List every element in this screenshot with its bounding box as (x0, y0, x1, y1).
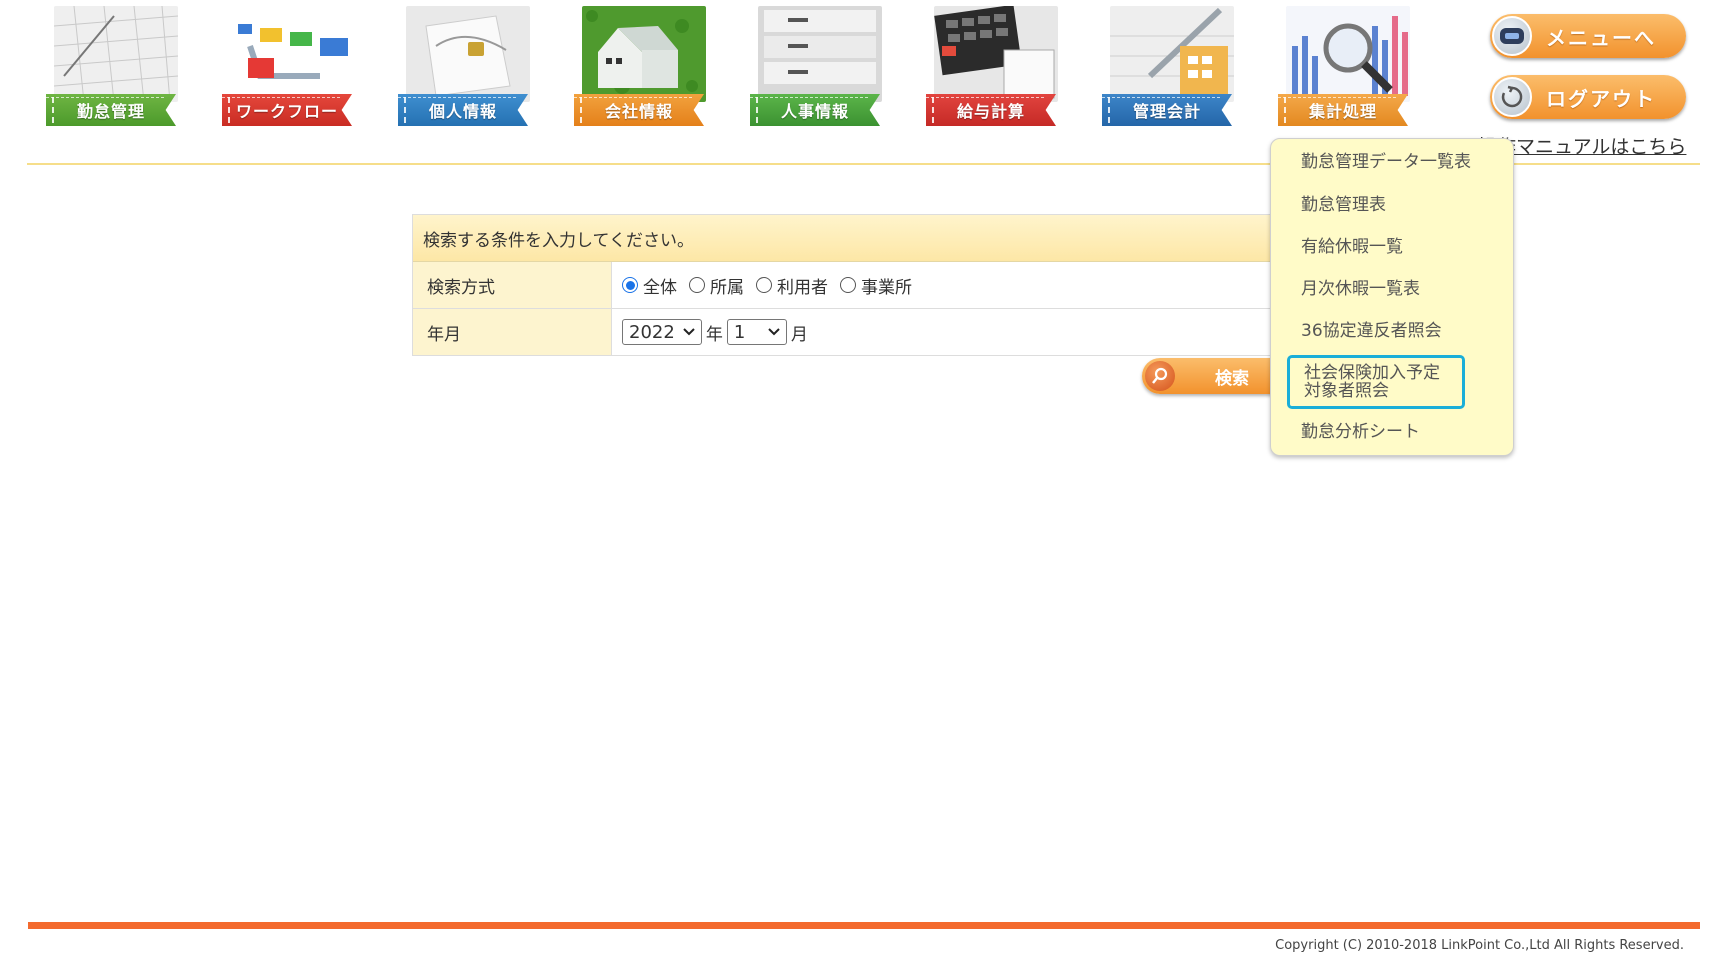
menu-item-line1: 社会保険加入予定 (1304, 363, 1440, 383)
menu-item-social-insurance-candidates[interactable]: 社会保険加入予定 対象者照会 (1287, 355, 1465, 409)
file-cabinet-icon (758, 6, 882, 102)
radio-dot (840, 277, 856, 293)
month-value: 1 (733, 321, 746, 343)
search-method-row: 検索方式 全体 所属 利用者 事業所 (413, 262, 1293, 309)
nav-label: 会社情報 (574, 94, 704, 126)
calendar-icon (54, 6, 178, 102)
radio-all[interactable]: 全体 (622, 273, 677, 298)
calculator-icon (934, 6, 1058, 102)
aggregate-dropdown-menu: 勤怠管理データ一覧表 勤怠管理表 有給休暇一覧 月次休暇一覧表 36協定違反者照… (1270, 138, 1514, 456)
menu-item-paid-leave-list[interactable]: 有給休暇一覧 (1301, 238, 1403, 256)
workflow-icon (230, 6, 354, 102)
radio-user[interactable]: 利用者 (756, 273, 828, 298)
footer-bar (28, 922, 1700, 929)
radio-dot (756, 277, 772, 293)
logout-button[interactable]: ログアウト (1490, 75, 1686, 119)
search-method-label: 検索方式 (413, 262, 612, 308)
search-button-label: 検索 (1215, 368, 1249, 389)
nav-label: 個人情報 (398, 94, 528, 126)
radio-office-label: 事業所 (861, 277, 912, 298)
menu-button-label: メニューへ (1546, 25, 1656, 50)
yearmonth-row: 年月 2022 年 1 月 (413, 309, 1293, 355)
refresh-icon (1492, 77, 1532, 117)
lock-folder-icon (406, 6, 530, 102)
house-icon (582, 6, 706, 102)
menu-item-36-agreement-violators[interactable]: 36協定違反者照会 (1301, 322, 1442, 340)
nav-tile-workflow[interactable]: ワークフロー (212, 6, 362, 132)
menu-item-attendance-data-list[interactable]: 勤怠管理データ一覧表 (1301, 153, 1471, 171)
search-icon (1145, 361, 1175, 391)
radio-dot (689, 277, 705, 293)
nav-tile-accounting[interactable]: 管理会計 (1092, 6, 1242, 132)
radio-dot (622, 277, 638, 293)
month-select[interactable]: 1 (726, 319, 787, 345)
year-value: 2022 (629, 321, 675, 343)
nav-tile-personal[interactable]: 個人情報 (388, 6, 538, 132)
nav-label: 給与計算 (926, 94, 1056, 126)
chevron-down-icon (768, 328, 780, 336)
menu-item-monthly-leave-list[interactable]: 月次休暇一覧表 (1301, 280, 1420, 298)
radio-department-label: 所属 (710, 277, 744, 298)
nav-tile-hr[interactable]: 人事情報 (740, 6, 890, 132)
nav-label: 勤怠管理 (46, 94, 176, 126)
copyright-text: Copyright (C) 2010-2018 LinkPoint Co.,Lt… (1275, 938, 1684, 953)
menu-item-line2: 対象者照会 (1304, 381, 1389, 401)
search-heading: 検索する条件を入力してください。 (413, 215, 1293, 262)
pen-ledger-icon (1110, 6, 1234, 102)
month-unit: 月 (790, 324, 808, 345)
menu-item-attendance-analysis-sheet[interactable]: 勤怠分析シート (1301, 423, 1420, 441)
year-unit: 年 (705, 324, 723, 345)
year-select[interactable]: 2022 (622, 319, 702, 345)
nav-tile-payroll[interactable]: 給与計算 (916, 6, 1066, 132)
yearmonth-label: 年月 (413, 309, 612, 355)
menu-button[interactable]: メニューへ (1490, 14, 1686, 58)
radio-user-label: 利用者 (777, 277, 828, 298)
nav-label: 管理会計 (1102, 94, 1232, 126)
nav-tile-kintai[interactable]: 勤怠管理 (36, 6, 186, 132)
search-panel: 検索する条件を入力してください。 検索方式 全体 所属 利用者 事業所 年月 2… (412, 214, 1294, 356)
radio-department[interactable]: 所属 (689, 273, 744, 298)
nav-label: 人事情報 (750, 94, 880, 126)
logout-button-label: ログアウト (1546, 86, 1656, 111)
nav-label: 集計処理 (1278, 94, 1408, 126)
chevron-down-icon (683, 328, 695, 336)
nav-label: ワークフロー (222, 94, 352, 126)
radio-office[interactable]: 事業所 (840, 273, 912, 298)
menu-item-attendance-table[interactable]: 勤怠管理表 (1301, 196, 1386, 214)
nav-tile-aggregate[interactable]: 集計処理 (1268, 6, 1418, 132)
radio-all-label: 全体 (643, 277, 677, 298)
nav-tile-company[interactable]: 会社情報 (564, 6, 714, 132)
menu-icon (1492, 16, 1532, 56)
magnifier-chart-icon (1286, 6, 1410, 102)
